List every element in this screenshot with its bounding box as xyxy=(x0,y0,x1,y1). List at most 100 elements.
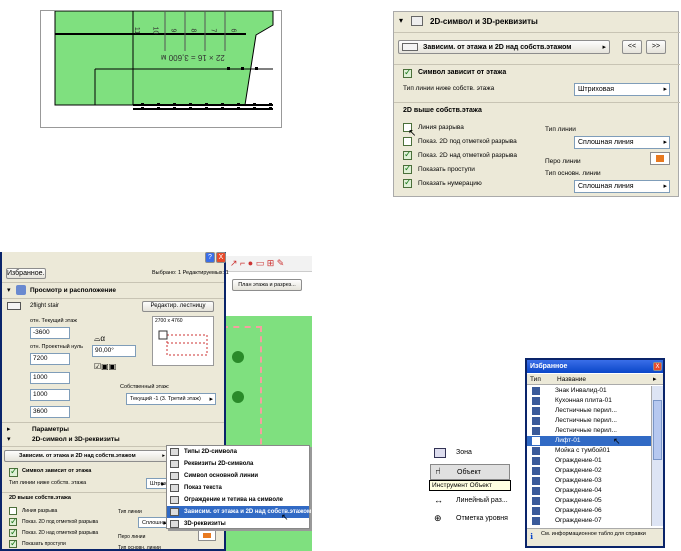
pen-swatch[interactable] xyxy=(650,152,670,165)
value-field-2[interactable]: 1000 xyxy=(30,389,70,401)
show-numbering-checkbox[interactable] xyxy=(403,177,412,188)
mouse-cursor-icon: ↖ xyxy=(281,512,289,522)
list-item[interactable]: Лестничные перил... xyxy=(527,406,651,416)
list-item[interactable]: Ограждение-03 xyxy=(527,476,651,486)
tool-zone[interactable]: Зона xyxy=(430,446,510,460)
expand-arrow-icon[interactable]: ▸ xyxy=(7,425,11,433)
dialog-show-treads-checkbox[interactable] xyxy=(9,538,18,549)
list-item[interactable]: Ограждение-02 xyxy=(527,466,651,476)
menu-item-text-display[interactable]: Показ текста xyxy=(167,482,309,494)
plan-view[interactable]: 11 10 9 8 7 6 22 × 16 = 3,600 м xyxy=(40,10,282,128)
list-item[interactable]: Ограждение-05 xyxy=(527,496,651,506)
prev-button[interactable]: << xyxy=(622,40,642,54)
favorites-scrollbar[interactable] xyxy=(651,386,663,526)
list-item[interactable]: Знак Инвалид-01 xyxy=(527,386,651,396)
show-below-break-label: Показ. 2D под отметкой разрыва xyxy=(418,138,517,145)
text-display-icon xyxy=(170,484,179,492)
favorites-titlebar[interactable]: Избранное xyxy=(527,360,663,373)
list-item[interactable]: Лестничные перил... xyxy=(527,416,651,426)
menu-item-symbol-props[interactable]: Реквизиты 2D-символа xyxy=(167,458,309,470)
rel-floor-label: отн. Текущий этаж xyxy=(30,318,77,324)
col-name[interactable]: Название xyxy=(557,376,586,383)
dialog-below-line-label: Тип линии ниже собств. этажа xyxy=(9,480,87,486)
dialog-symbol-depends-checkbox[interactable] xyxy=(9,466,18,477)
collapse-arrow-icon[interactable]: ▾ xyxy=(7,435,11,443)
divider xyxy=(2,282,224,283)
tool-linear-dim[interactable]: ↔ Линейный раз... xyxy=(430,494,510,508)
own-floor-select[interactable]: Текущий -1 (3. Третий этаж) xyxy=(126,393,216,405)
collapse-arrow-icon[interactable]: ▾ xyxy=(7,286,11,294)
collapse-arrow-icon[interactable]: ▾ xyxy=(399,16,403,25)
favorites-close-button[interactable]: X xyxy=(653,362,662,371)
own-floor-label: Собственный этаж: xyxy=(120,384,170,390)
mode-select[interactable]: Зависим. от этажа и 2D над собств.этажом… xyxy=(398,40,610,54)
line-type-select[interactable]: Сплошная линия xyxy=(574,136,670,149)
list-item[interactable]: Ограждение-07 xyxy=(527,516,651,526)
symbol-depends-label: Символ зависит от этажа xyxy=(418,69,507,76)
object-icon xyxy=(532,497,540,505)
next-button[interactable]: >> xyxy=(646,40,666,54)
floor-dependent-icon xyxy=(170,508,179,516)
zone-icon xyxy=(434,448,446,458)
list-item[interactable]: Мойка с тумбой01 xyxy=(527,446,651,456)
view-toggle-icons[interactable]: ☑▣▣ xyxy=(94,362,116,371)
rel-floor-field[interactable]: -3600 xyxy=(30,327,70,339)
chevron-right-icon[interactable]: ▸ xyxy=(653,375,657,383)
show-numbering-label: Показать нумерацию xyxy=(418,180,482,187)
dialog-mode-select[interactable]: Зависим. от этажа и 2D над собств.этажом… xyxy=(4,450,168,462)
list-item[interactable]: Лестничные перил... xyxy=(527,426,651,436)
dialog-show-below-checkbox[interactable] xyxy=(9,516,18,527)
help-button[interactable]: ? xyxy=(205,252,215,263)
rel-project-field[interactable]: 7200 xyxy=(30,353,70,365)
dialog-pen-label: Перо линии xyxy=(118,534,146,540)
toolbox-panel: Зона ⑁ Объект Инструмент Объект ↔ Линейн… xyxy=(426,440,512,550)
divider xyxy=(394,102,680,103)
dialog-show-above-checkbox[interactable] xyxy=(9,527,18,538)
dialog-close-button[interactable]: X xyxy=(216,252,226,263)
value-field-3[interactable]: 3600 xyxy=(30,406,70,418)
pen-label: Перо линии xyxy=(545,158,581,165)
tool-object[interactable]: ⑁ Объект xyxy=(430,464,510,480)
stair-plan-drawing xyxy=(54,11,274,110)
show-above-break-label: Показ. 2D над отметкой разрыва xyxy=(418,152,518,159)
panel-title: 2D-символ и 3D-реквизиты xyxy=(430,17,538,26)
base-line-type-select[interactable]: Сплошная линия xyxy=(574,180,670,193)
favorites-footer: ℹ См. информационное табло для справки xyxy=(527,528,663,546)
object-icon xyxy=(532,447,540,455)
list-item[interactable]: Ограждение-06 xyxy=(527,506,651,516)
below-line-type-select[interactable]: Штриховая xyxy=(574,83,670,96)
col-type[interactable]: Тип xyxy=(530,376,541,383)
list-item[interactable]: Ограждение-04 xyxy=(527,486,651,496)
level-dim-icon: ⊕ xyxy=(434,513,442,523)
plan-node xyxy=(232,351,244,363)
object-icon xyxy=(532,427,540,435)
break-line-label: Линия разрыва xyxy=(418,124,464,131)
favorites-list: Знак Инвалид-01 Кухонная плита-01 Лестни… xyxy=(527,386,651,526)
linear-dim-icon: ↔ xyxy=(434,495,443,505)
edit-stair-button[interactable]: Редактир. лестницу xyxy=(142,301,214,312)
dialog-below-line-select[interactable]: Штриховая xyxy=(146,478,168,489)
tool-level-dim[interactable]: ⊕ Отметка уровня xyxy=(430,512,510,526)
menu-item-symbol-types[interactable]: Типы 2D-символа xyxy=(167,446,309,458)
menu-item-main-line[interactable]: Символ основной линии xyxy=(167,470,309,482)
menu-item-railing[interactable]: Ограждение и тетива на символе xyxy=(167,494,309,506)
dialog-pen-swatch[interactable] xyxy=(198,530,216,541)
show-treads-checkbox[interactable] xyxy=(403,163,412,174)
mode-icon xyxy=(402,43,418,51)
plan-step-3: 9 xyxy=(169,28,177,33)
dialog-break-line-checkbox[interactable] xyxy=(9,507,17,515)
mouse-cursor-icon: ↖ xyxy=(408,128,417,139)
favorites-button[interactable]: Избранное... xyxy=(6,268,46,279)
symbol-depends-checkbox[interactable] xyxy=(403,67,412,78)
symbol-types-icon xyxy=(170,448,179,456)
value-field-1[interactable]: 1000 xyxy=(30,372,70,384)
list-item-selected[interactable]: Лифт-01 xyxy=(527,436,651,446)
scroll-thumb[interactable] xyxy=(653,400,662,460)
list-item[interactable]: Ограждение-01 xyxy=(527,456,651,466)
popup-menu: Типы 2D-символа Реквизиты 2D-символа Сим… xyxy=(166,445,311,529)
angle-field[interactable]: 90,00° xyxy=(92,345,136,357)
3d-props-icon xyxy=(170,520,179,528)
list-item[interactable]: Кухонная плита-01 xyxy=(527,396,651,406)
show-above-break-checkbox[interactable] xyxy=(403,149,412,160)
floor-plan-button[interactable]: План этажа и разрез... xyxy=(232,279,302,291)
